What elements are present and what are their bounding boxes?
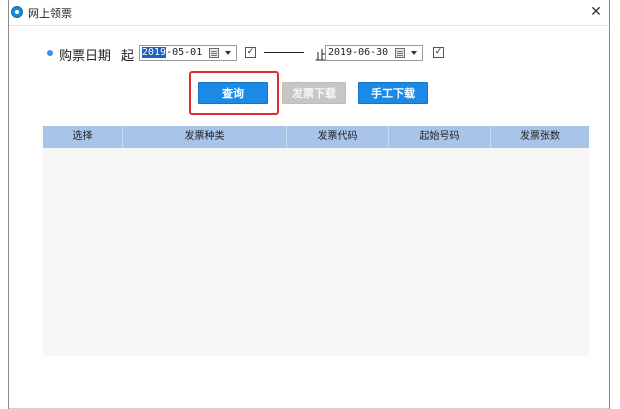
query-button[interactable]: 查询 bbox=[198, 82, 268, 104]
end-date-picker[interactable]: 2019-06-30 bbox=[325, 45, 423, 61]
column-header-invoice-type[interactable]: 发票种类 bbox=[123, 126, 287, 148]
invoice-download-button[interactable]: 发票下载 bbox=[282, 82, 346, 104]
chevron-down-icon[interactable] bbox=[225, 51, 231, 55]
start-date-picker[interactable]: 2019-05-01 bbox=[139, 45, 237, 61]
column-header-select[interactable]: 选择 bbox=[43, 126, 123, 148]
start-date-checkbox[interactable]: ✓ bbox=[245, 47, 256, 58]
invoice-table: 选择 发票种类 发票代码 起始号码 发票张数 bbox=[43, 126, 589, 356]
end-date-checkbox[interactable]: ✓ bbox=[433, 47, 444, 58]
column-header-start-number[interactable]: 起始号码 bbox=[389, 126, 491, 148]
window-title: 网上领票 bbox=[28, 7, 72, 20]
manual-download-button[interactable]: 手工下载 bbox=[358, 82, 428, 104]
close-icon[interactable]: ✕ bbox=[587, 3, 605, 21]
column-header-invoice-code[interactable]: 发票代码 bbox=[287, 126, 389, 148]
from-label: 起 bbox=[121, 49, 135, 64]
date-range-separator bbox=[264, 52, 304, 53]
purchase-date-row: 购票日期 起 2019-05-01 ✓ 止 2019-06-30 ✓ bbox=[9, 42, 609, 64]
dialog-window: 网上领票 ✕ 购票日期 起 2019-05-01 ✓ 止 2019-06-30 … bbox=[8, 0, 610, 409]
column-header-invoice-count[interactable]: 发票张数 bbox=[491, 126, 589, 148]
end-date-value: 2019-06-30 bbox=[328, 47, 389, 58]
start-date-year-selected: 2019 bbox=[142, 47, 167, 58]
calendar-icon[interactable] bbox=[395, 48, 405, 58]
start-date-rest: -05-01 bbox=[166, 47, 203, 58]
title-bar: 网上领票 ✕ bbox=[9, 0, 609, 26]
bullet-dot-icon bbox=[47, 50, 53, 56]
purchase-date-label: 购票日期 bbox=[59, 49, 112, 64]
table-body[interactable] bbox=[43, 148, 589, 356]
calendar-icon[interactable] bbox=[209, 48, 219, 58]
table-header: 选择 发票种类 发票代码 起始号码 发票张数 bbox=[43, 126, 589, 148]
app-logo-icon bbox=[11, 6, 23, 18]
chevron-down-icon[interactable] bbox=[411, 51, 417, 55]
